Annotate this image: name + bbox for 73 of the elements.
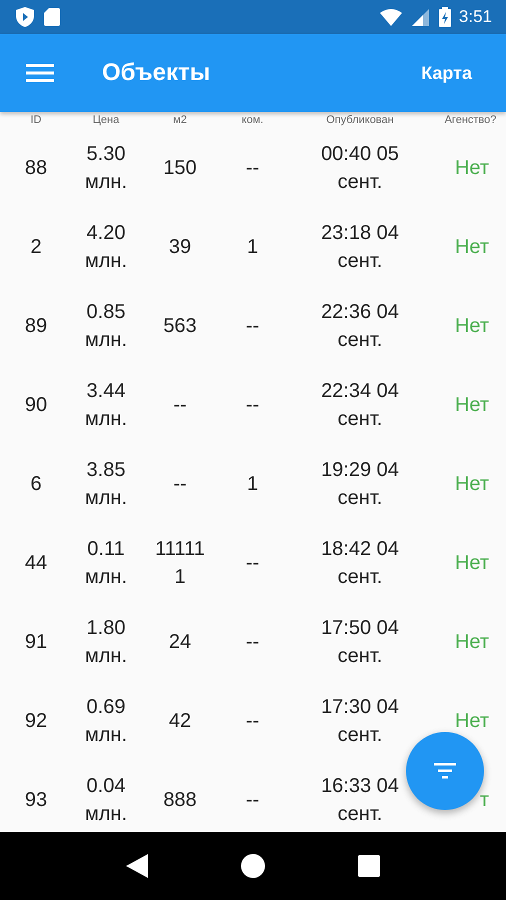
area-cell-text: 888 [163,788,197,812]
area-cell-text: 563 [163,314,197,338]
id-cell-text: 91 [24,630,48,654]
agency-cell-text: Нет [454,314,489,338]
area-cell-text: 39 [168,234,192,260]
rooms-cell-text: -- [246,314,260,338]
published-header: Опубликован [326,114,394,126]
sd-card-icon [44,8,60,26]
id-header: ID [30,114,42,126]
rooms-cell-text: -- [246,156,260,180]
agency-header: Агенство? [444,114,496,126]
id-cell-text: 6 [30,472,42,496]
rooms-cell-text: -- [246,708,260,734]
published-cell-text: 22:36 04 сент. [320,300,400,352]
id-cell-text: 89 [24,314,48,338]
battery-icon [438,7,451,27]
area-cell-text: -- [173,392,187,418]
price-cell-text: 3.44 млн. [84,378,128,432]
price-header: Цена [92,114,120,126]
agency-cell-text: Нет [454,472,489,496]
agency-cell-text: Нет [454,630,489,654]
price-cell-text: 4.20 млн. [84,220,128,274]
published-cell-text: 17:30 04 сент. [320,694,400,748]
published-cell-text: 23:18 04 сент. [320,220,400,274]
home-icon[interactable] [240,854,265,878]
published-cell-text: 16:33 04 сент. [320,774,400,826]
published-cell-text: 00:40 05 сент. [320,142,400,194]
rooms-cell-text: -- [246,630,260,654]
price-cell-text: 0.85 млн. [84,300,128,352]
price-cell-text: 0.04 млн. [84,774,128,826]
signal-icon [412,8,429,26]
map-button[interactable]: Карта [407,54,486,92]
id-cell-text: 93 [24,788,48,812]
rooms-header: ком. [242,114,264,126]
area-cell-text: 42 [168,708,192,734]
id-cell-text: 2 [30,234,42,260]
area-cell-text: 150 [163,156,197,180]
published-cell-text: 18:42 04 сент. [320,536,400,590]
area-cell-text: -- [173,472,187,496]
area-header: м2 [173,114,187,126]
shield-icon [16,7,34,27]
wifi-icon [380,8,402,26]
screen-title: Объекты [102,59,212,87]
area-cell-text: 24 [168,630,192,654]
price-cell-text: 1.80 млн. [84,616,128,668]
rooms-cell-text: -- [246,550,260,576]
id-cell-text: 92 [24,708,48,734]
rooms-cell-text: 1 [246,234,258,260]
menu-icon[interactable] [26,63,54,83]
price-cell-text: 0.69 млн. [84,694,128,748]
published-cell-text: 17:50 04 сент. [320,616,400,668]
agency-cell-text: Нет [454,392,489,418]
price-cell-text: 5.30 млн. [84,142,128,194]
rooms-cell-text: 1 [246,472,258,496]
recents-icon[interactable] [358,855,380,877]
agency-cell-text: Нет [454,550,489,576]
filter-icon [434,763,456,779]
back-icon[interactable] [126,854,148,878]
agency-cell-text: Нет [454,234,489,260]
agency-cell-text: Нет [454,708,489,734]
id-cell-text: 90 [24,392,48,418]
price-cell-text: 3.85 млн. [84,458,128,510]
agency-cell-text: Нет [454,156,489,180]
id-cell-text: 44 [24,550,48,576]
rooms-cell-text: -- [246,788,260,812]
published-cell-text: 22:34 04 сент. [320,378,400,432]
published-cell-text: 19:29 04 сент. [320,458,400,510]
status-time: 3:51 [458,7,492,27]
area-cell-text: 111111 [154,536,206,590]
price-cell-text: 0.11 млн. [84,536,128,590]
rooms-cell-text: -- [246,392,260,418]
id-cell-text: 88 [24,156,48,180]
agency-cell-text: т [480,788,489,812]
